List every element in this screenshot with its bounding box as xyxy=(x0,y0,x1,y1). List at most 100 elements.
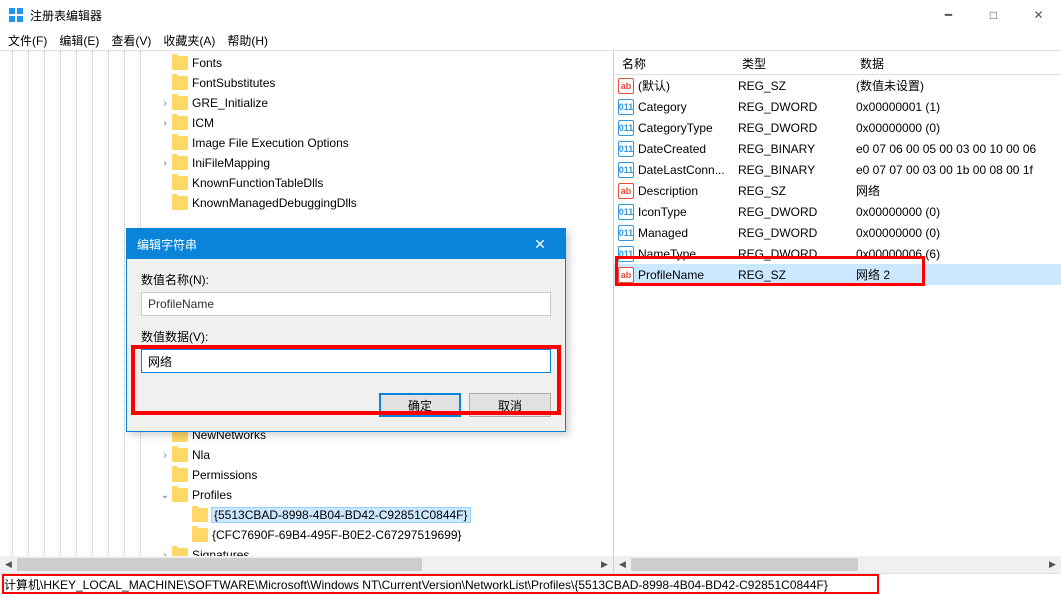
value-type: REG_SZ xyxy=(738,184,856,198)
list-row[interactable]: 011NameTypeREG_DWORD0x00000006 (6) xyxy=(614,243,1061,264)
app-icon xyxy=(8,7,24,23)
value-data-label: 数值数据(V): xyxy=(141,328,551,345)
value-type: REG_SZ xyxy=(738,79,856,93)
string-value-icon: ab xyxy=(618,78,634,94)
scroll-left-icon[interactable]: ◀ xyxy=(0,556,17,573)
ok-button[interactable]: 确定 xyxy=(379,393,461,417)
twisty-open-icon[interactable]: ⌄ xyxy=(158,490,172,501)
twisty-closed-icon[interactable]: › xyxy=(158,98,172,109)
tree-item[interactable]: Permissions xyxy=(0,465,613,485)
twisty-closed-icon[interactable]: › xyxy=(158,158,172,169)
folder-icon xyxy=(172,468,188,482)
status-path: 计算机\HKEY_LOCAL_MACHINE\SOFTWARE\Microsof… xyxy=(4,576,828,593)
tree-item[interactable]: FontSubstitutes xyxy=(0,73,613,93)
tree-label: KnownFunctionTableDlls xyxy=(192,176,323,190)
cancel-button[interactable]: 取消 xyxy=(469,393,551,417)
tree-label: {5513CBAD-8998-4B04-BD42-C92851C0844F} xyxy=(212,508,470,522)
tree-label: GRE_Initialize xyxy=(192,96,268,110)
col-name[interactable]: 名称 xyxy=(614,51,734,74)
list-hscrollbar[interactable]: ◀ ▶ xyxy=(614,556,1061,573)
string-value-icon: ab xyxy=(618,267,634,283)
tree-item[interactable]: KnownFunctionTableDlls xyxy=(0,173,613,193)
tree-label: Profiles xyxy=(192,488,232,502)
dialog-close-button[interactable]: ✕ xyxy=(525,236,555,253)
close-button[interactable]: ✕ xyxy=(1016,0,1061,30)
tree-item[interactable]: › IniFileMapping xyxy=(0,153,613,173)
tree-item[interactable]: › ICM xyxy=(0,113,613,133)
tree-item[interactable]: › GRE_Initialize xyxy=(0,93,613,113)
tree-label: FontSubstitutes xyxy=(192,76,275,90)
value-data: 0x00000006 (6) xyxy=(856,247,1061,261)
tree-label: IniFileMapping xyxy=(192,156,270,170)
tree-hscrollbar[interactable]: ◀ ▶ xyxy=(0,556,613,573)
folder-icon xyxy=(172,176,188,190)
twisty-closed-icon[interactable]: › xyxy=(158,450,172,461)
tree-item[interactable]: KnownManagedDebuggingDlls xyxy=(0,193,613,213)
value-name: ProfileName xyxy=(638,268,738,282)
value-name-input xyxy=(141,292,551,316)
list-row[interactable]: 011DateLastConn...REG_BINARYe0 07 07 00 … xyxy=(614,159,1061,180)
binary-value-icon: 011 xyxy=(618,204,634,220)
value-data: e0 07 06 00 05 00 03 00 10 00 06 xyxy=(856,142,1061,156)
value-data: 网络 2 xyxy=(856,266,1061,283)
value-name: CategoryType xyxy=(638,121,738,135)
list-row[interactable]: 011DateCreatedREG_BINARYe0 07 06 00 05 0… xyxy=(614,138,1061,159)
tree-item[interactable]: Fonts xyxy=(0,53,613,73)
menu-view[interactable]: 查看(V) xyxy=(111,32,151,49)
value-name: DateCreated xyxy=(638,142,738,156)
tree-label: KnownManagedDebuggingDlls xyxy=(192,196,357,210)
folder-icon xyxy=(172,96,188,110)
tree-item[interactable]: Image File Execution Options xyxy=(0,133,613,153)
menu-edit[interactable]: 编辑(E) xyxy=(59,32,99,49)
window-title: 注册表编辑器 xyxy=(30,7,926,24)
value-data: e0 07 07 00 03 00 1b 00 08 00 1f xyxy=(856,163,1061,177)
scroll-left-icon[interactable]: ◀ xyxy=(614,556,631,573)
value-name: Managed xyxy=(638,226,738,240)
folder-icon xyxy=(172,116,188,130)
col-type[interactable]: 类型 xyxy=(734,51,852,74)
value-name: NameType xyxy=(638,247,738,261)
list-row[interactable]: 011CategoryREG_DWORD0x00000001 (1) xyxy=(614,96,1061,117)
list-row[interactable]: abProfileNameREG_SZ网络 2 xyxy=(614,264,1061,285)
tree-label: Image File Execution Options xyxy=(192,136,349,150)
value-data: 0x00000000 (0) xyxy=(856,121,1061,135)
edit-string-dialog: 编辑字符串 ✕ 数值名称(N): 数值数据(V): 确定 取消 xyxy=(126,228,566,432)
list-pane[interactable]: 名称 类型 数据 ab(默认)REG_SZ(数值未设置)011CategoryR… xyxy=(614,51,1061,573)
value-data: (数值未设置) xyxy=(856,77,1061,94)
maximize-button[interactable]: □ xyxy=(971,0,1016,30)
tree-item[interactable]: {CFC7690F-69B4-495F-B0E2-C67297519699} xyxy=(0,525,613,545)
list-row[interactable]: 011IconTypeREG_DWORD0x00000000 (0) xyxy=(614,201,1061,222)
tree-item[interactable]: ›Nla xyxy=(0,445,613,465)
list-row[interactable]: 011CategoryTypeREG_DWORD0x00000000 (0) xyxy=(614,117,1061,138)
value-type: REG_DWORD xyxy=(738,100,856,114)
tree-item[interactable]: {5513CBAD-8998-4B04-BD42-C92851C0844F} xyxy=(0,505,613,525)
scroll-right-icon[interactable]: ▶ xyxy=(596,556,613,573)
string-value-icon: ab xyxy=(618,183,634,199)
menu-help[interactable]: 帮助(H) xyxy=(227,32,268,49)
value-name: Category xyxy=(638,100,738,114)
dialog-titlebar[interactable]: 编辑字符串 ✕ xyxy=(127,229,565,259)
tree-label: Permissions xyxy=(192,468,257,482)
list-row[interactable]: 011ManagedREG_DWORD0x00000000 (0) xyxy=(614,222,1061,243)
folder-icon xyxy=(172,76,188,90)
menu-favorites[interactable]: 收藏夹(A) xyxy=(163,32,215,49)
col-data[interactable]: 数据 xyxy=(852,51,1061,74)
value-type: REG_DWORD xyxy=(738,226,856,240)
list-header: 名称 类型 数据 xyxy=(614,51,1061,75)
menu-file[interactable]: 文件(F) xyxy=(8,32,47,49)
tree-label: {CFC7690F-69B4-495F-B0E2-C67297519699} xyxy=(212,528,462,542)
tree-label: Fonts xyxy=(192,56,222,70)
value-type: REG_DWORD xyxy=(738,121,856,135)
tree-label: ICM xyxy=(192,116,214,130)
value-type: REG_DWORD xyxy=(738,205,856,219)
value-name: IconType xyxy=(638,205,738,219)
list-row[interactable]: ab(默认)REG_SZ(数值未设置) xyxy=(614,75,1061,96)
minimize-button[interactable]: ━ xyxy=(926,0,971,30)
value-data-input[interactable] xyxy=(141,349,551,373)
twisty-closed-icon[interactable]: › xyxy=(158,118,172,129)
binary-value-icon: 011 xyxy=(618,246,634,262)
value-data: 0x00000001 (1) xyxy=(856,100,1061,114)
tree-item[interactable]: ⌄ Profiles xyxy=(0,485,613,505)
list-row[interactable]: abDescriptionREG_SZ网络 xyxy=(614,180,1061,201)
scroll-right-icon[interactable]: ▶ xyxy=(1044,556,1061,573)
